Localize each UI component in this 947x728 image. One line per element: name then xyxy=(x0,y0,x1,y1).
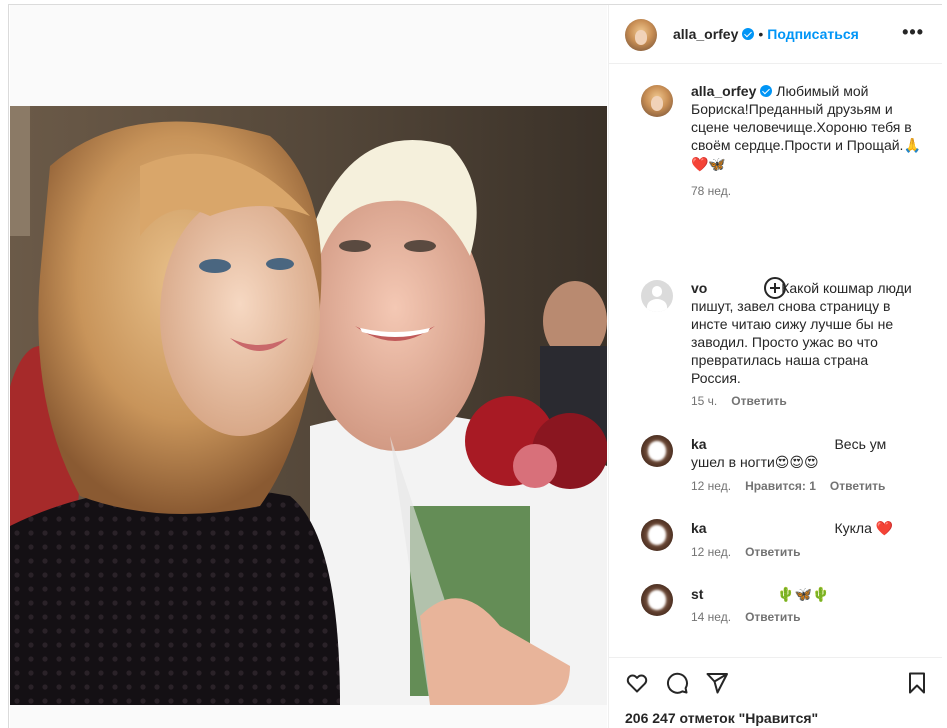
photo-illustration xyxy=(10,106,607,705)
comment-time[interactable]: 15 ч. xyxy=(691,394,717,408)
reply-button[interactable]: Ответить xyxy=(745,545,800,559)
comment-avatar[interactable] xyxy=(641,584,673,616)
comment-time[interactable]: 12 нед. xyxy=(691,545,731,559)
heart-icon[interactable] xyxy=(625,671,649,700)
comment-avatar[interactable] xyxy=(641,280,673,312)
caption-meta: 78 нед. xyxy=(691,184,745,198)
comment-meta: 12 нед. Ответить xyxy=(691,545,815,559)
comment-meta: 12 нед. Нравится: 1 Ответить xyxy=(691,479,899,493)
post-side-panel: alla_orfey • Подписаться ••• alla_orfey Лю… xyxy=(608,5,942,728)
likes-count[interactable]: 206 247 отметок "Нравится" xyxy=(625,710,818,726)
caption-avatar[interactable] xyxy=(641,85,673,117)
reply-button[interactable]: Ответить xyxy=(745,610,800,624)
media-padding-top xyxy=(10,5,607,106)
post-actions-bar xyxy=(609,657,942,708)
comments-list[interactable]: alla_orfey Любимый мой Бориска!Преданный… xyxy=(609,64,942,657)
separator-dot: • xyxy=(758,26,764,42)
comment-text-block: st 🌵🦋🌵 xyxy=(691,585,921,604)
caption-time[interactable]: 78 нед. xyxy=(691,184,731,198)
comment-emoji: 😍😍😍 xyxy=(774,455,819,471)
comment-likes[interactable]: Нравится: 1 xyxy=(745,479,816,493)
post-photo[interactable] xyxy=(10,106,607,705)
follow-button[interactable]: Подписаться xyxy=(767,26,859,42)
author-avatar[interactable] xyxy=(625,19,657,51)
bookmark-icon[interactable] xyxy=(905,671,929,700)
comment-username[interactable]: ka xyxy=(691,436,707,452)
comment-item: vo Какой кошмар люди пишут, завел снова … xyxy=(609,276,942,408)
comment-avatar[interactable] xyxy=(641,519,673,551)
comment-item: ka Весь ум ушел в ногти😍😍😍 12 нед. Нравит… xyxy=(609,433,942,493)
comment-username[interactable]: vo xyxy=(691,280,707,296)
comment-emoji: ❤️ xyxy=(875,521,894,537)
comment-time[interactable]: 14 нед. xyxy=(691,610,731,624)
comment-username[interactable]: st xyxy=(691,586,703,602)
comment-item: ka Кукла ❤️ 12 нед. Ответить xyxy=(609,517,942,561)
header-user-row: alla_orfey • Подписаться xyxy=(673,26,859,44)
comment-meta: 15 ч. Ответить xyxy=(691,394,801,408)
post-header: alla_orfey • Подписаться ••• xyxy=(609,5,942,64)
media-padding-bottom xyxy=(10,705,607,728)
comment-text-block: ka Кукла ❤️ xyxy=(691,519,921,538)
comment-item: st 🌵🦋🌵 14 нед. Ответить xyxy=(609,582,942,626)
caption-text-block: alla_orfey Любимый мой Бориска!Преданный… xyxy=(691,82,921,174)
verified-badge-icon xyxy=(760,85,773,97)
reply-button[interactable]: Ответить xyxy=(830,479,885,493)
comment-text-block: vo Какой кошмар люди пишут, завел снова … xyxy=(691,279,921,387)
author-username[interactable]: alla_orfey xyxy=(673,26,738,42)
comment-avatar[interactable] xyxy=(641,435,673,467)
caption-username[interactable]: alla_orfey xyxy=(691,83,756,99)
reply-button[interactable]: Ответить xyxy=(731,394,786,408)
paper-plane-icon[interactable] xyxy=(705,671,729,700)
comment-icon[interactable] xyxy=(665,671,689,700)
comment-text-block: ka Весь ум ушел в ногти😍😍😍 xyxy=(691,435,921,472)
comment-emoji: 🌵🦋🌵 xyxy=(777,587,830,603)
comment-text: Кукла xyxy=(834,520,872,536)
comment-text: Какой кошмар люди пишут, завел снова стр… xyxy=(691,280,912,386)
caption-item: alla_orfey Любимый мой Бориска!Преданный… xyxy=(609,82,942,202)
more-options-icon[interactable]: ••• xyxy=(902,23,924,41)
comment-time[interactable]: 12 нед. xyxy=(691,479,731,493)
comment-meta: 14 нед. Ответить xyxy=(691,610,815,624)
comment-username[interactable]: ka xyxy=(691,520,707,536)
verified-badge-icon xyxy=(742,28,755,40)
